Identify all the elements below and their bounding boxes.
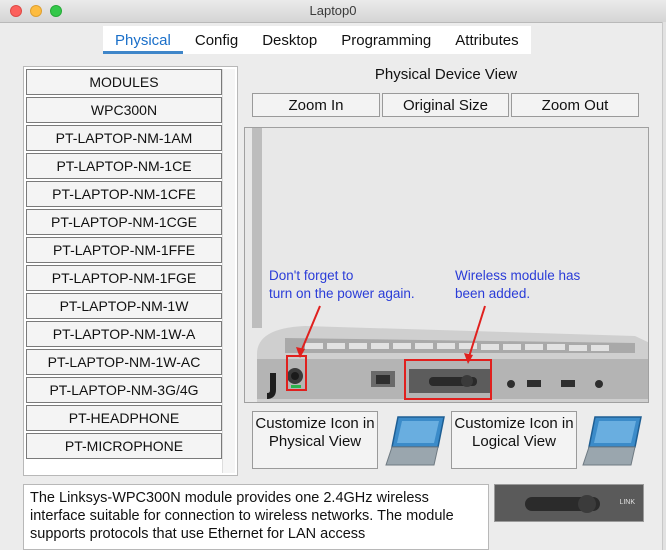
module-header: MODULES (26, 69, 222, 95)
zoom-in-button[interactable]: Zoom In (252, 93, 380, 117)
tab-desktop[interactable]: Desktop (250, 26, 329, 54)
module-item-1w-ac[interactable]: PT-LAPTOP-NM-1W-AC (26, 349, 222, 375)
module-thumbnail: LINK (494, 484, 644, 522)
physical-device-canvas[interactable]: Don't forget to turn on the power again.… (244, 127, 649, 403)
power-annotation-line2: turn on the power again. (269, 286, 415, 301)
customize-physical-icon-button[interactable]: Customize Icon in Physical View (252, 411, 378, 469)
tab-programming[interactable]: Programming (329, 26, 443, 54)
laptop-rear-illustration (252, 128, 648, 402)
module-list-scrollbar[interactable] (222, 69, 235, 473)
customize-logical-icon-button[interactable]: Customize Icon in Logical View (451, 411, 577, 469)
module-description: The Linksys-WPC300N module provides one … (23, 484, 489, 550)
module-item-1fge[interactable]: PT-LAPTOP-NM-1FGE (26, 265, 222, 291)
tab-attributes[interactable]: Attributes (443, 26, 530, 54)
module-item-1cfe[interactable]: PT-LAPTOP-NM-1CFE (26, 181, 222, 207)
usb-port-1 (527, 380, 541, 387)
microphone-port (595, 380, 603, 388)
module-item-1cge[interactable]: PT-LAPTOP-NM-1CGE (26, 209, 222, 235)
window-titlebar: Laptop0 (0, 0, 666, 23)
power-annotation-line1: Don't forget to (269, 268, 354, 283)
tab-config[interactable]: Config (183, 26, 250, 54)
module-item-1w[interactable]: PT-LAPTOP-NM-1W (26, 293, 222, 319)
module-item-3g-4g[interactable]: PT-LAPTOP-NM-3G/4G (26, 377, 222, 403)
physical-device-view-title: Physical Device View (374, 66, 518, 83)
power-led (291, 385, 301, 388)
tab-physical[interactable]: Physical (103, 26, 183, 54)
window-right-edge (662, 22, 666, 550)
module-list-panel: MODULES WPC300N PT-LAPTOP-NM-1AM PT-LAPT… (23, 66, 238, 476)
module-item-microphone[interactable]: PT-MICROPHONE (26, 433, 222, 459)
laptop-lid-edge (252, 128, 262, 328)
original-size-button[interactable]: Original Size (382, 93, 509, 117)
tab-bar: Physical Config Desktop Programming Attr… (103, 26, 531, 54)
module-annotation-line1: Wireless module has (455, 268, 581, 283)
module-item-1w-a[interactable]: PT-LAPTOP-NM-1W-A (26, 321, 222, 347)
logical-laptop-icon (581, 415, 643, 472)
module-item-headphone[interactable]: PT-HEADPHONE (26, 405, 222, 431)
window-title: Laptop0 (309, 3, 357, 18)
zoom-out-button[interactable]: Zoom Out (511, 93, 639, 117)
module-list: MODULES WPC300N PT-LAPTOP-NM-1AM PT-LAPT… (26, 69, 222, 461)
thumbnail-link-label: LINK (619, 499, 635, 506)
headphone-port (507, 380, 515, 388)
module-item-1am[interactable]: PT-LAPTOP-NM-1AM (26, 125, 222, 151)
module-item-1ce[interactable]: PT-LAPTOP-NM-1CE (26, 153, 222, 179)
module-annotation-line2: been added. (455, 286, 531, 301)
module-item-1ffe[interactable]: PT-LAPTOP-NM-1FFE (26, 237, 222, 263)
module-item-wpc300n[interactable]: WPC300N (26, 97, 222, 123)
usb-port-2 (561, 380, 575, 387)
physical-laptop-icon (384, 415, 446, 472)
